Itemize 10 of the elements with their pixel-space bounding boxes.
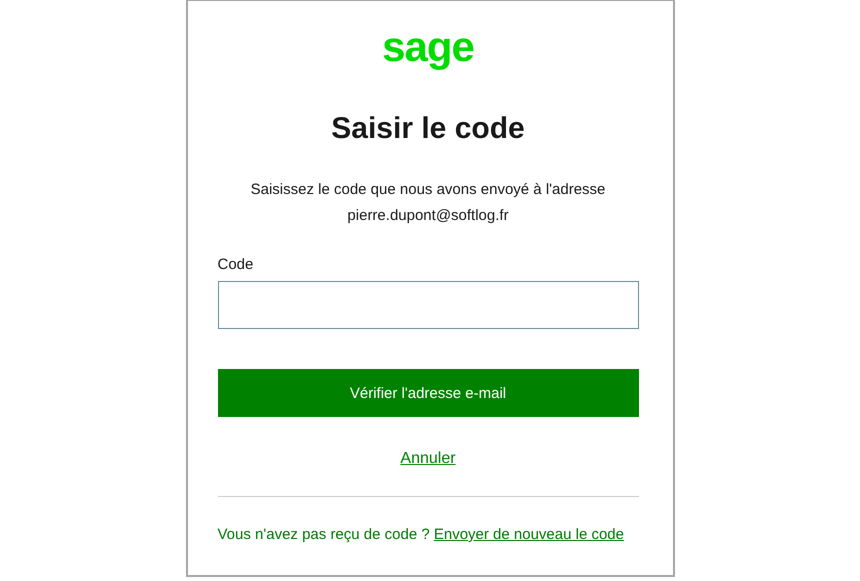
- instruction-text: pierre.dupont@softlog.fr: [346, 206, 510, 226]
- field-label: Code: [218, 255, 254, 275]
- code-input-field[interactable]: [218, 281, 638, 329]
- verify-email-button[interactable]: Vérifier l'adresse e-mail: [218, 369, 638, 417]
- instruction-text: Saisissez le code que nous avons envoyé à l'adresse: [250, 180, 606, 200]
- cancel-link[interactable]: Annuler: [400, 449, 456, 469]
- footer-text: Vous n'avez pas reçu de code ?: [218, 526, 430, 543]
- resend-code-link[interactable]: Envoyer de nouveau le code: [434, 526, 624, 543]
- logo: sage: [382, 25, 474, 69]
- page-title: Saisir le code: [330, 111, 526, 147]
